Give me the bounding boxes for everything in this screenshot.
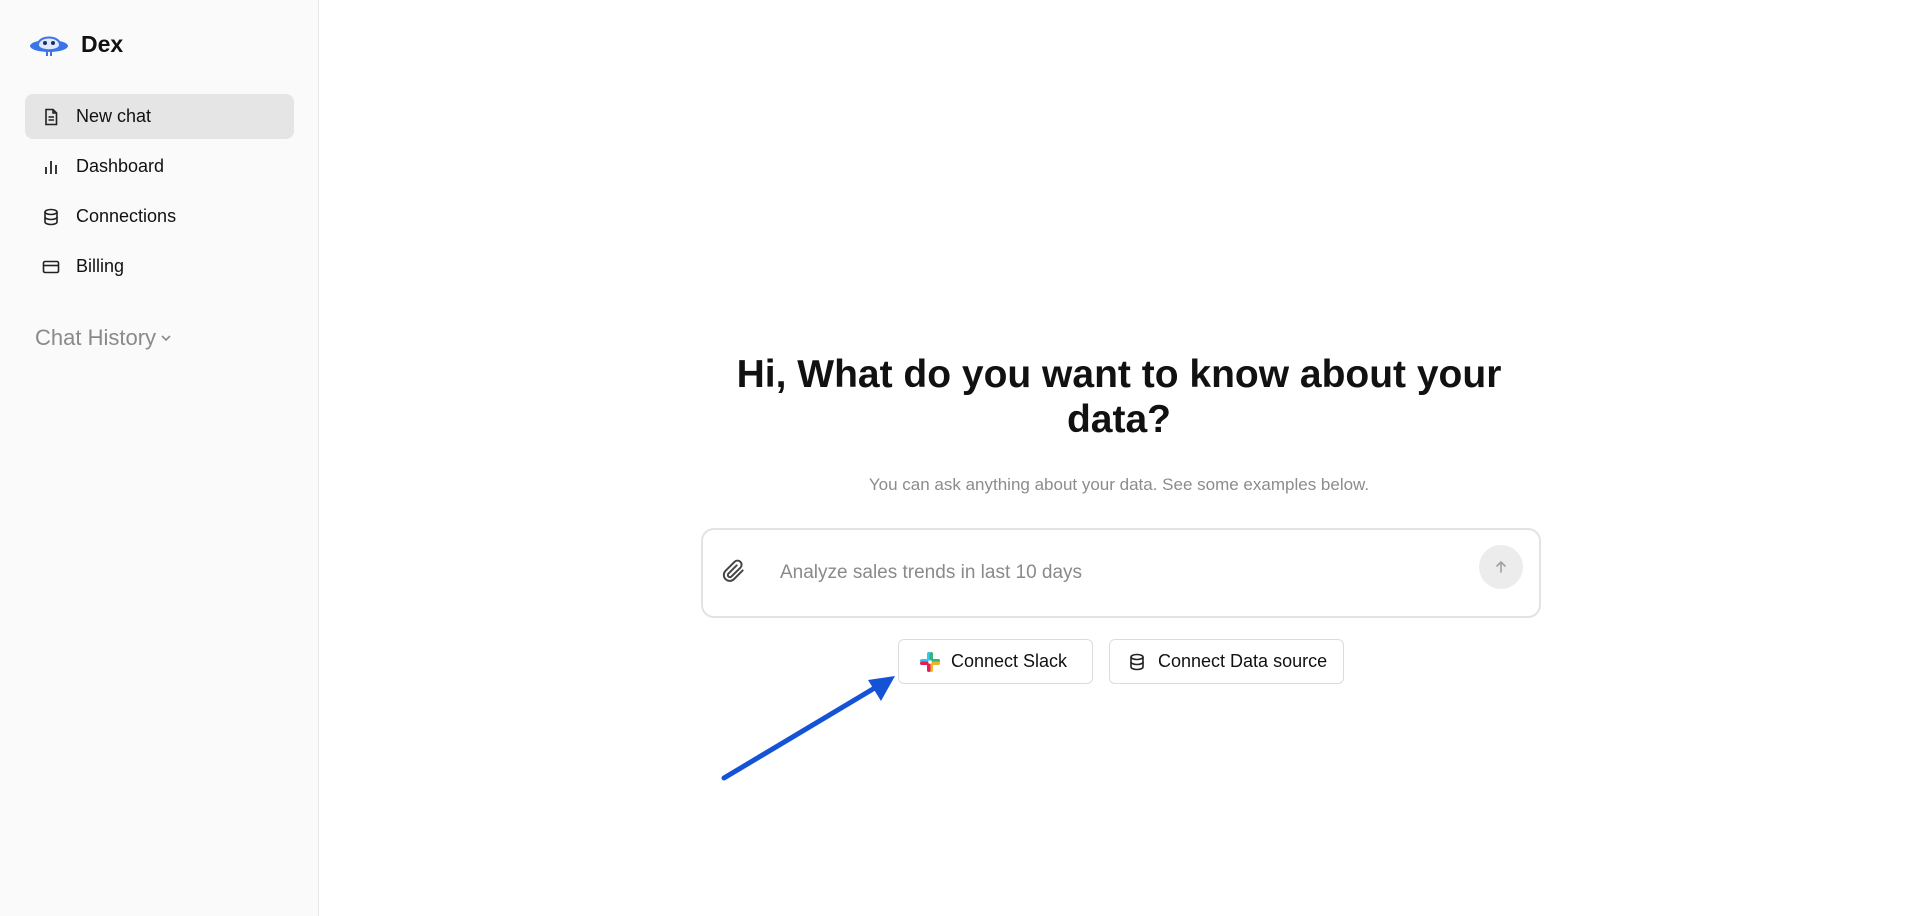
brand[interactable]: Dex (29, 26, 123, 62)
send-button[interactable] (1479, 545, 1523, 589)
database-icon (1126, 651, 1148, 673)
sidebar-item-billing[interactable]: Billing (25, 244, 294, 289)
sidebar-item-label: New chat (76, 106, 152, 126)
document-icon (41, 107, 61, 127)
sidebar: Dex New chat Dashboard Connections Billi… (0, 0, 319, 916)
connect-slack-button[interactable]: Connect Slack (898, 639, 1093, 684)
bar-chart-icon (41, 157, 61, 177)
connect-slack-label: Connect Slack (951, 651, 1068, 671)
chat-input[interactable] (778, 554, 1422, 592)
slack-icon (919, 651, 941, 673)
sidebar-item-new-chat[interactable]: New chat (25, 94, 294, 139)
page-subtitle: You can ask anything about your data. Se… (868, 475, 1370, 494)
chat-history-label: Chat History (35, 325, 157, 350)
dex-logo-icon (30, 36, 68, 56)
page-title: Hi, What do you want to know about your … (320, 352, 1918, 442)
sidebar-nav: New chat Dashboard Connections Billing (25, 94, 294, 294)
paperclip-icon[interactable] (721, 558, 747, 584)
main-content: Hi, What do you want to know about your … (320, 0, 1918, 916)
connect-data-source-label: Connect Data source (1158, 651, 1328, 671)
chat-history-toggle[interactable]: Chat History (35, 325, 173, 351)
sidebar-item-label: Connections (76, 206, 177, 226)
credit-card-icon (41, 257, 61, 277)
chat-input-box (701, 528, 1541, 618)
sidebar-item-label: Dashboard (76, 156, 165, 176)
sidebar-item-dashboard[interactable]: Dashboard (25, 144, 294, 189)
chevron-down-icon (161, 335, 171, 342)
sidebar-item-connections[interactable]: Connections (25, 194, 294, 239)
arrow-up-icon (1496, 560, 1506, 573)
connect-data-source-button[interactable]: Connect Data source (1109, 639, 1344, 684)
app-name: Dex (81, 30, 124, 57)
sidebar-item-label: Billing (76, 256, 125, 276)
annotation-arrow-icon (721, 676, 895, 781)
database-icon (41, 207, 61, 227)
page-title-line-1: Hi, What do you want to know about your (736, 353, 1502, 396)
page-title-line-2: data? (1066, 398, 1171, 441)
